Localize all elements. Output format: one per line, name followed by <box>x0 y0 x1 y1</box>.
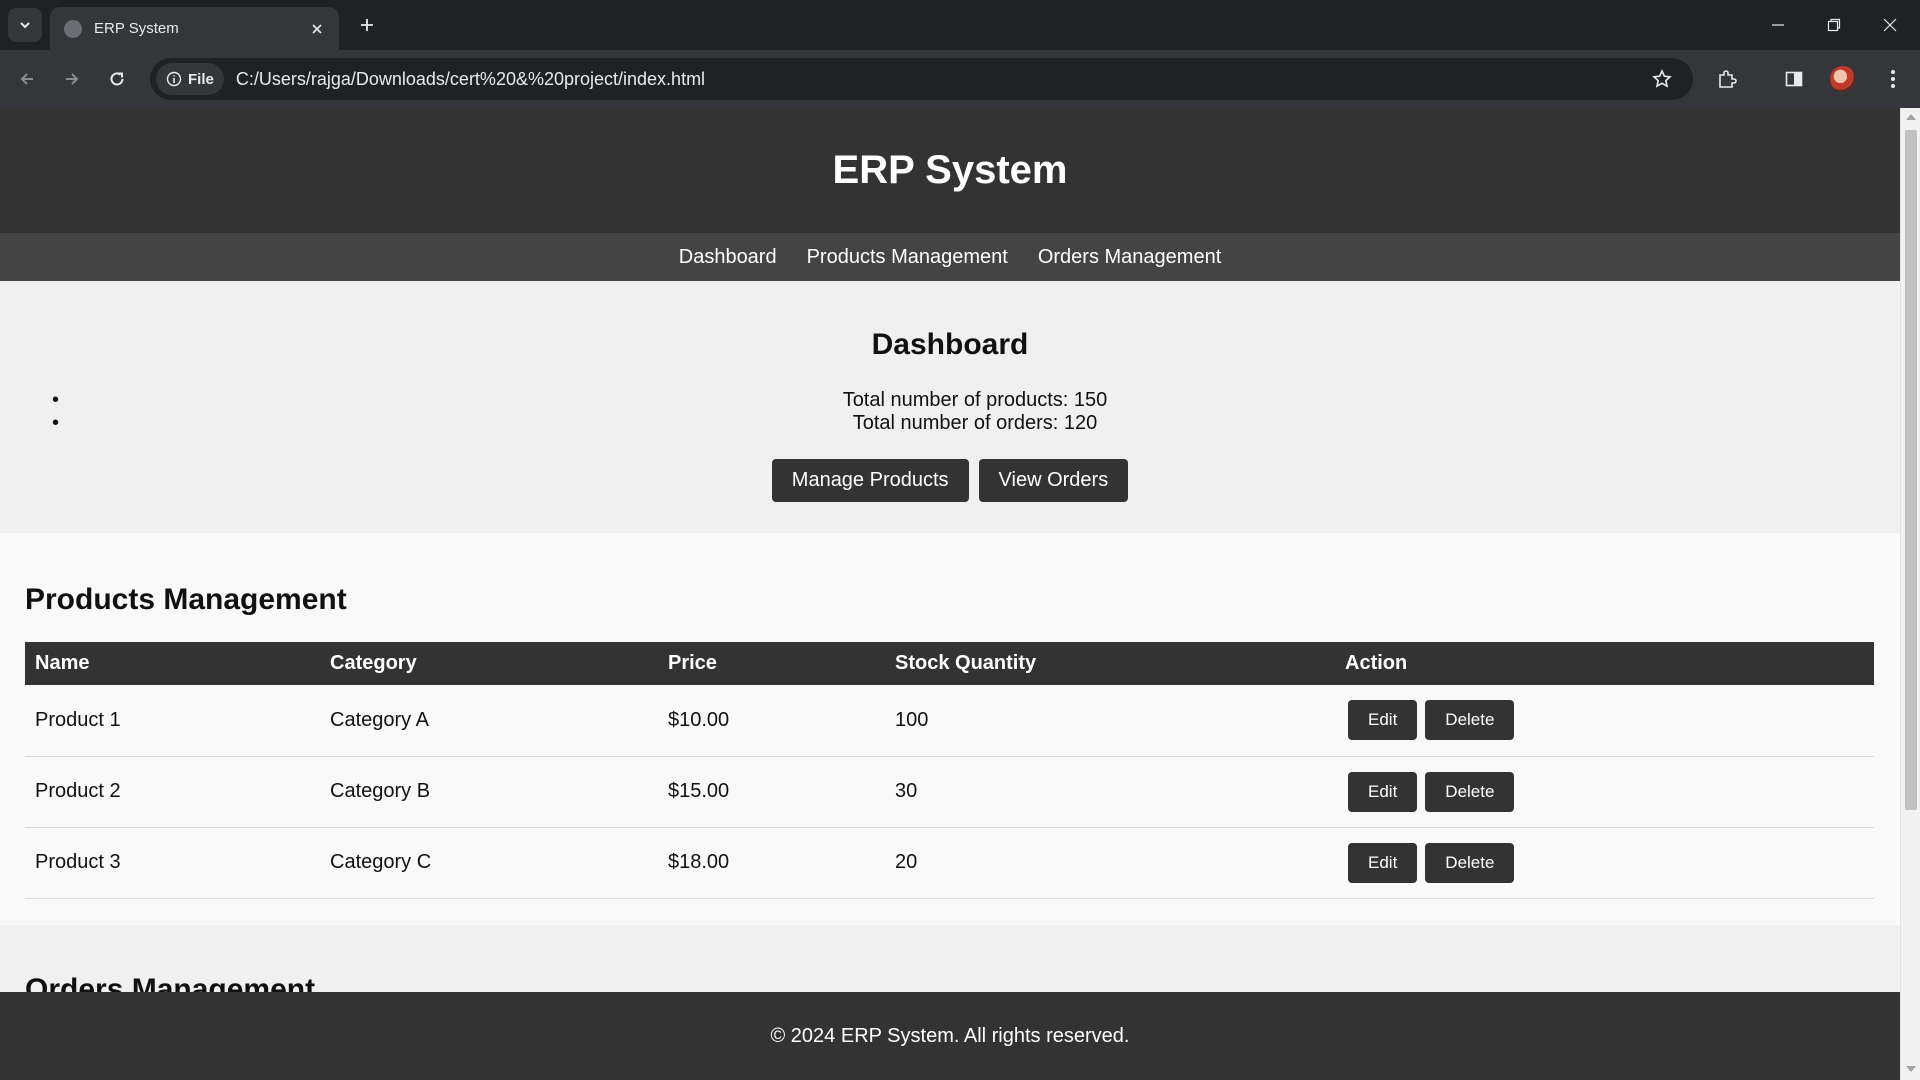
minimize-icon <box>1772 24 1784 26</box>
cell-price: $18.00 <box>658 827 885 899</box>
site-info-label: File <box>188 70 214 88</box>
browser-tab[interactable]: ERP System <box>50 7 339 50</box>
cell-actions: Edit Delete <box>1335 756 1874 828</box>
cell-stock: 30 <box>885 756 1335 828</box>
cell-price: $10.00 <box>658 685 885 757</box>
browser-toolbar: File C:/Users/rajga/Downloads/cert%20&%2… <box>0 50 1920 108</box>
address-bar[interactable]: File C:/Users/rajga/Downloads/cert%20&%2… <box>150 58 1693 100</box>
delete-button[interactable]: Delete <box>1425 771 1515 812</box>
restore-icon <box>1827 18 1841 32</box>
table-header-row: Name Category Price Stock Quantity Actio… <box>25 642 1874 685</box>
site-nav: Dashboard Products Management Orders Man… <box>0 233 1900 281</box>
scrollbar-thumb[interactable] <box>1905 130 1917 810</box>
avatar <box>1830 66 1856 92</box>
globe-icon <box>64 19 82 38</box>
window-close-button[interactable] <box>1862 0 1918 50</box>
cell-name: Product 1 <box>25 685 320 757</box>
edit-button[interactable]: Edit <box>1348 842 1418 883</box>
column-header-category: Category <box>320 642 658 685</box>
edit-button[interactable]: Edit <box>1348 771 1418 812</box>
side-panel-button[interactable] <box>1777 62 1811 96</box>
cell-category: Category C <box>320 827 658 899</box>
site-header: ERP System <box>0 108 1900 233</box>
page: ERP System Dashboard Products Management… <box>0 108 1900 1080</box>
tab-close-button[interactable] <box>303 15 331 43</box>
star-icon <box>1652 69 1672 88</box>
table-row: Product 2 Category B $15.00 30 Edit Delet… <box>25 756 1874 828</box>
extensions-button[interactable] <box>1710 62 1744 96</box>
cell-actions: Edit Delete <box>1335 685 1874 757</box>
table-row: Product 3 Category C $18.00 20 Edit Delet… <box>25 827 1874 899</box>
profile-button[interactable] <box>1826 62 1860 96</box>
footer-text: © 2024 ERP System. All rights reserved. <box>770 1024 1130 1047</box>
tab-title: ERP System <box>94 20 179 37</box>
stats-list: Total number of products: 150 Total numb… <box>0 389 1900 435</box>
dashboard-actions: Manage Products View Orders <box>0 459 1900 502</box>
url-text: C:/Users/rajga/Downloads/cert%20&%20proj… <box>235 68 706 89</box>
site-footer: © 2024 ERP System. All rights reserved. <box>0 992 1900 1080</box>
close-icon <box>1883 18 1897 32</box>
column-header-action: Action <box>1335 642 1874 685</box>
tab-search-button[interactable] <box>8 8 42 42</box>
reload-button[interactable] <box>100 62 134 96</box>
new-tab-button[interactable] <box>352 10 382 40</box>
stat-total-products: Total number of products: 150 <box>0 389 1900 412</box>
view-orders-button[interactable]: View Orders <box>978 459 1129 502</box>
stat-total-orders: Total number of orders: 120 <box>0 412 1900 435</box>
nav-link-orders[interactable]: Orders Management <box>1038 246 1221 269</box>
orders-section: Orders Management <box>0 925 1900 995</box>
browser-menu-button[interactable] <box>1876 62 1910 96</box>
side-panel-icon <box>1785 71 1803 87</box>
page-viewport: ERP System Dashboard Products Management… <box>0 108 1920 1080</box>
scroll-down-arrow-icon[interactable] <box>1906 1066 1916 1072</box>
products-heading: Products Management <box>25 583 347 616</box>
edit-button[interactable]: Edit <box>1348 700 1418 741</box>
products-table: Name Category Price Stock Quantity Actio… <box>25 642 1874 899</box>
arrow-left-icon <box>20 73 33 85</box>
bookmark-button[interactable] <box>1645 62 1679 96</box>
dashboard-heading: Dashboard <box>871 328 1029 361</box>
cell-actions: Edit Delete <box>1335 827 1874 899</box>
delete-button[interactable]: Delete <box>1425 842 1515 883</box>
arrow-right-icon <box>66 73 79 85</box>
puzzle-icon <box>1719 70 1737 88</box>
nav-link-dashboard[interactable]: Dashboard <box>679 246 777 269</box>
plus-icon <box>361 19 373 31</box>
info-icon <box>166 71 182 87</box>
minimize-button[interactable] <box>1750 0 1806 50</box>
cell-category: Category A <box>320 685 658 757</box>
cell-name: Product 2 <box>25 756 320 828</box>
chevron-down-icon <box>20 22 30 29</box>
cell-stock: 100 <box>885 685 1335 757</box>
scroll-up-arrow-icon[interactable] <box>1906 114 1916 120</box>
column-header-stock: Stock Quantity <box>885 642 1335 685</box>
cell-price: $15.00 <box>658 756 885 828</box>
page-scrollbar[interactable] <box>1900 108 1920 1080</box>
nav-link-products[interactable]: Products Management <box>807 246 1008 269</box>
restore-button[interactable] <box>1806 0 1862 50</box>
reload-icon <box>110 72 124 86</box>
cell-stock: 20 <box>885 827 1335 899</box>
browser-titlebar: ERP System <box>0 0 1920 50</box>
close-icon <box>312 23 322 34</box>
manage-products-button[interactable]: Manage Products <box>771 459 969 502</box>
site-title: ERP System <box>832 148 1068 192</box>
cell-category: Category B <box>320 756 658 828</box>
column-header-price: Price <box>658 642 885 685</box>
column-header-name: Name <box>25 642 320 685</box>
dashboard-section: Dashboard Total number of products: 150 … <box>0 281 1900 533</box>
back-button[interactable] <box>10 62 44 96</box>
forward-button[interactable] <box>55 62 89 96</box>
cell-name: Product 3 <box>25 827 320 899</box>
site-info-chip[interactable]: File <box>156 63 224 95</box>
delete-button[interactable]: Delete <box>1425 700 1515 741</box>
products-section: Products Management Name Category Price … <box>0 533 1900 925</box>
table-row: Product 1 Category A $10.00 100 Edit Dele… <box>25 685 1874 757</box>
more-vertical-icon <box>1891 70 1895 88</box>
